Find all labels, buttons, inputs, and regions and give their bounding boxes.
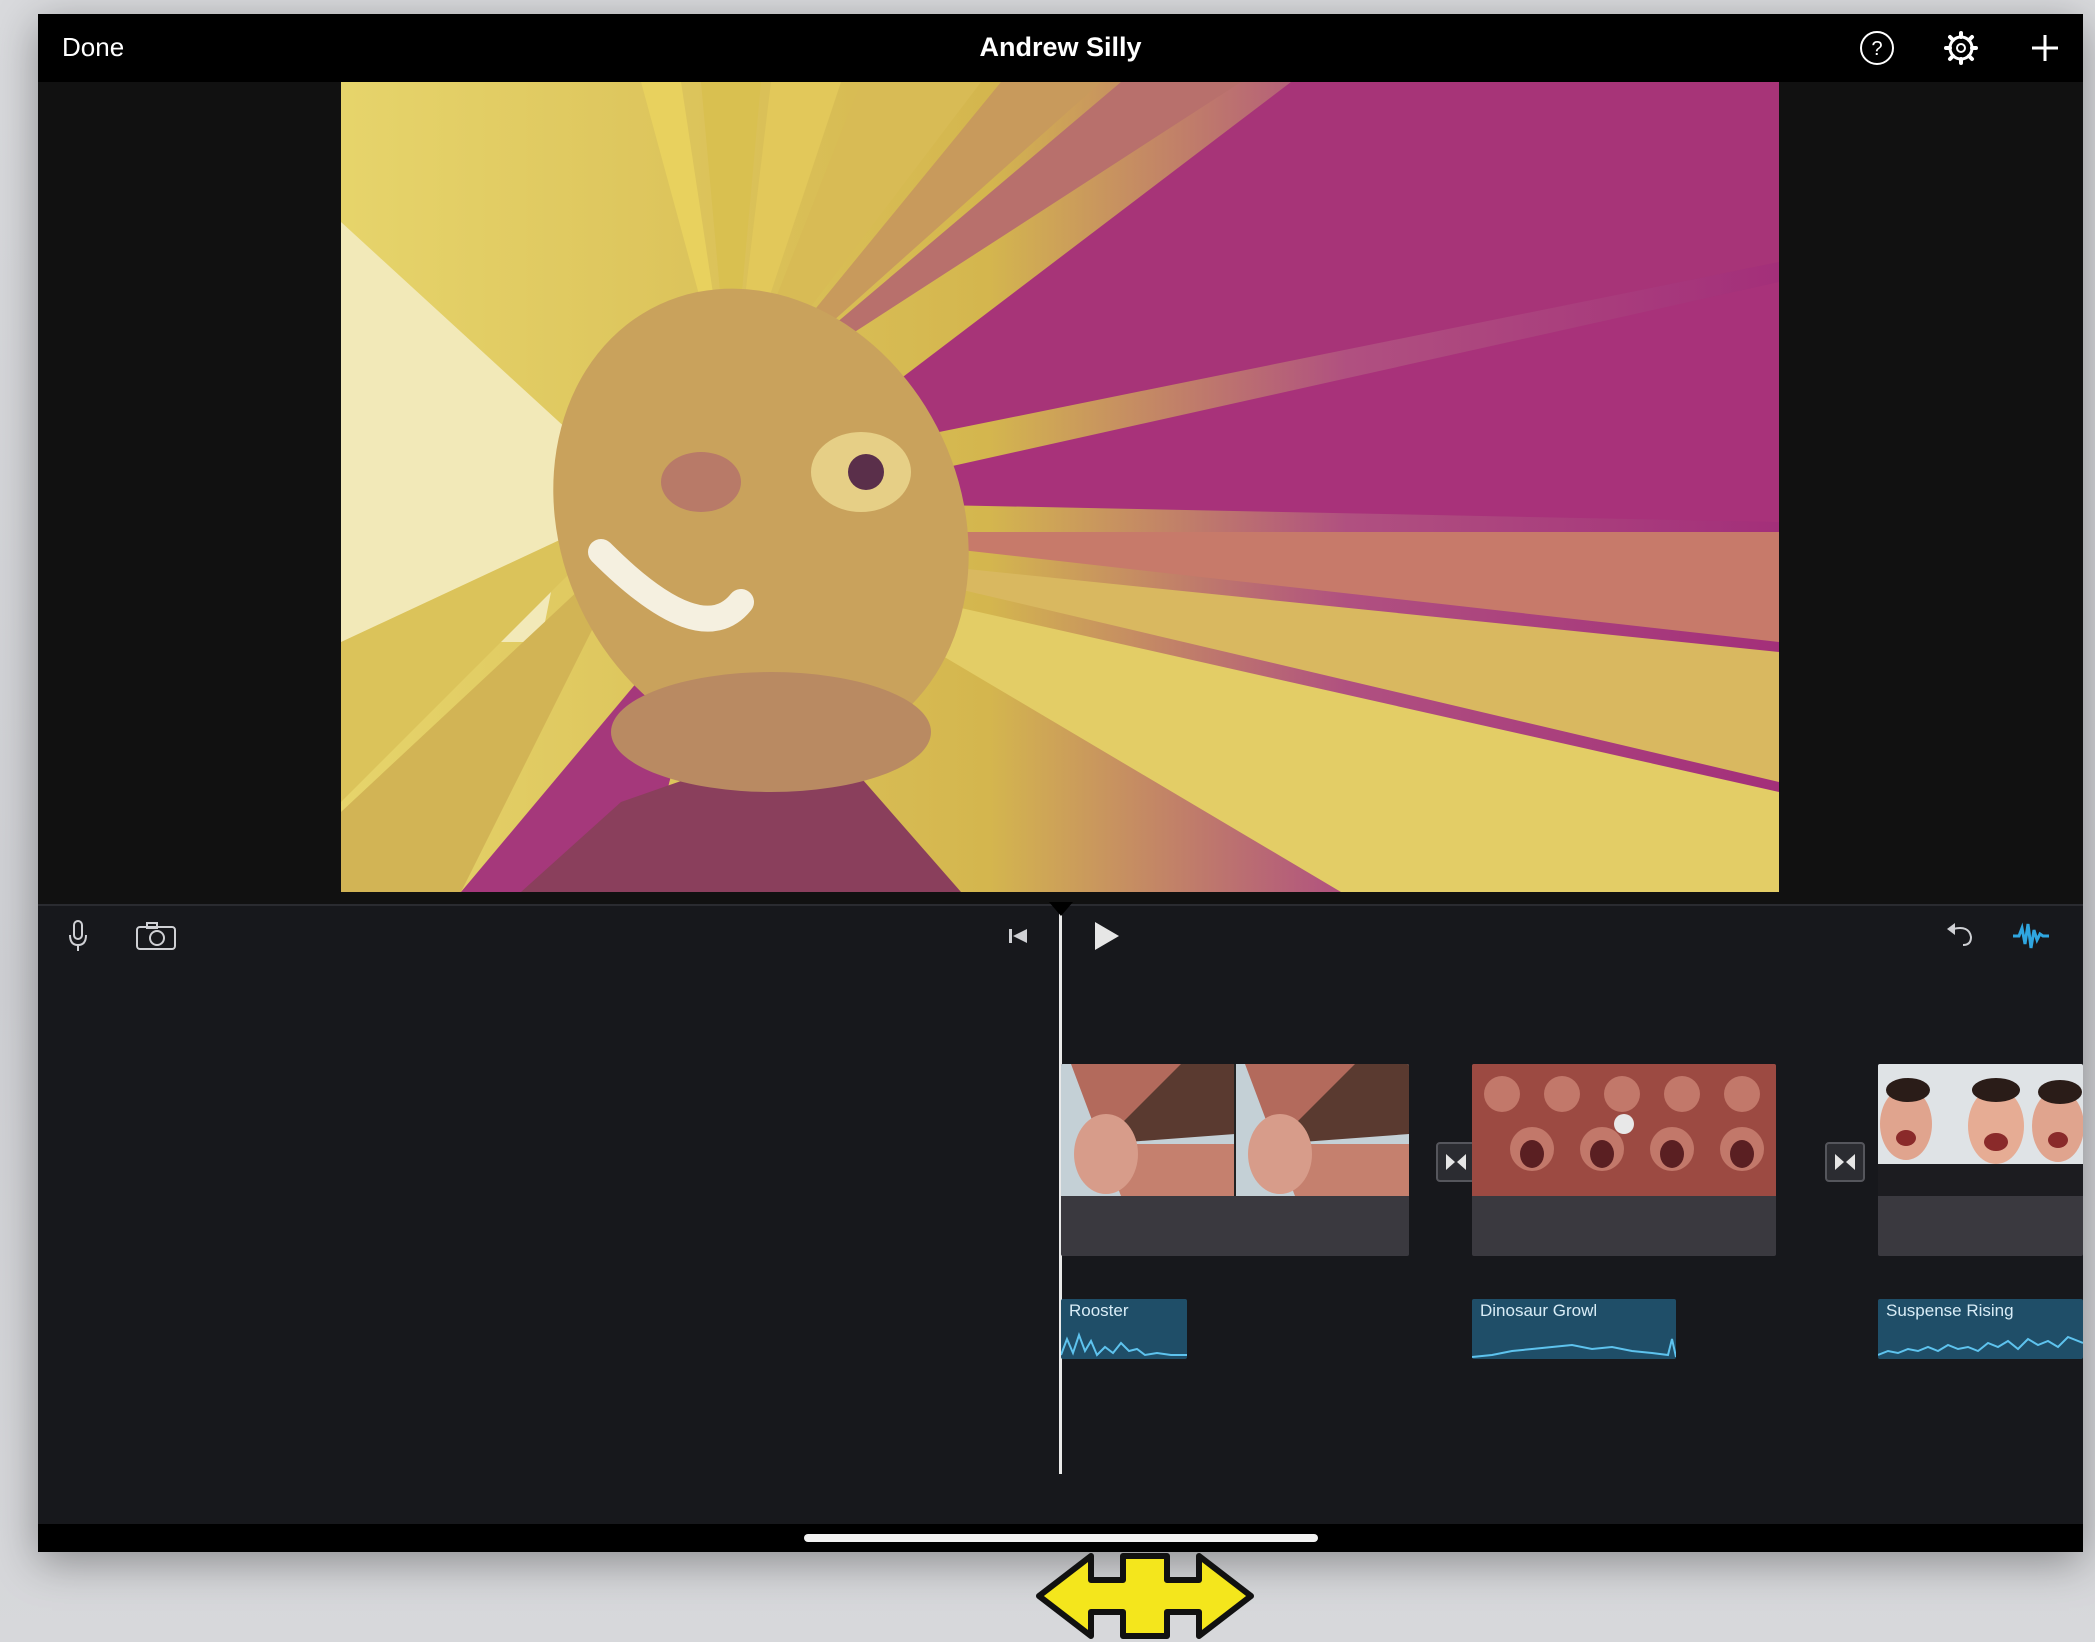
clip-3-thumbnails [1878,1064,2083,1196]
imovie-window: Done Andrew Silly ? Rooster Dinosaur Gro… [38,14,2083,1552]
video-preview[interactable] [341,82,1779,892]
audio-clip-suspense-rising[interactable]: Suspense Rising [1878,1299,2083,1359]
home-indicator-area [38,1524,2083,1552]
clip-2-thumbnails [1472,1064,1776,1196]
transition-1-button[interactable] [1436,1142,1476,1182]
camera-icon[interactable] [132,918,180,954]
audio-clip-label: Suspense Rising [1886,1301,2014,1320]
microphone-icon[interactable] [60,918,96,954]
audio-clip-dinosaur-growl[interactable]: Dinosaur Growl [1472,1299,1676,1359]
audio-waveform [1472,1338,1676,1358]
double-arrow-icon [1036,1553,1254,1639]
project-title: Andrew Silly [979,32,1142,62]
audio-clip-rooster[interactable]: Rooster [1061,1299,1187,1359]
help-icon[interactable]: ? [1855,26,1899,70]
clip-1-thumbnails [1061,1064,1409,1196]
audio-clip-label: Rooster [1069,1301,1129,1320]
timeline[interactable]: Rooster Dinosaur Growl Suspense Rising [38,902,2083,1524]
skip-to-start-icon[interactable] [1000,918,1036,954]
video-clip-1[interactable] [1061,1064,1409,1256]
undo-icon[interactable] [1944,918,1980,954]
svg-text:?: ? [1871,38,1882,60]
video-clip-3[interactable] [1878,1064,2083,1256]
audio-waveform [1061,1332,1187,1357]
audio-waveform [1878,1335,2083,1356]
audio-clip-label: Dinosaur Growl [1480,1301,1598,1320]
add-icon[interactable] [2023,26,2067,70]
playhead-marker [1049,902,1073,916]
transition-2-button[interactable] [1825,1142,1865,1182]
top-bar: Done Andrew Silly ? [38,14,2083,82]
home-indicator[interactable] [804,1534,1318,1542]
top-bar-actions: ? [1855,26,2067,70]
settings-icon[interactable] [1939,26,1983,70]
preview-frame-image [341,82,1779,892]
play-icon[interactable] [1088,918,1124,954]
video-clip-2[interactable] [1472,1064,1776,1256]
video-viewer [38,82,2083,904]
audio-waveform-icon[interactable] [2008,918,2054,954]
